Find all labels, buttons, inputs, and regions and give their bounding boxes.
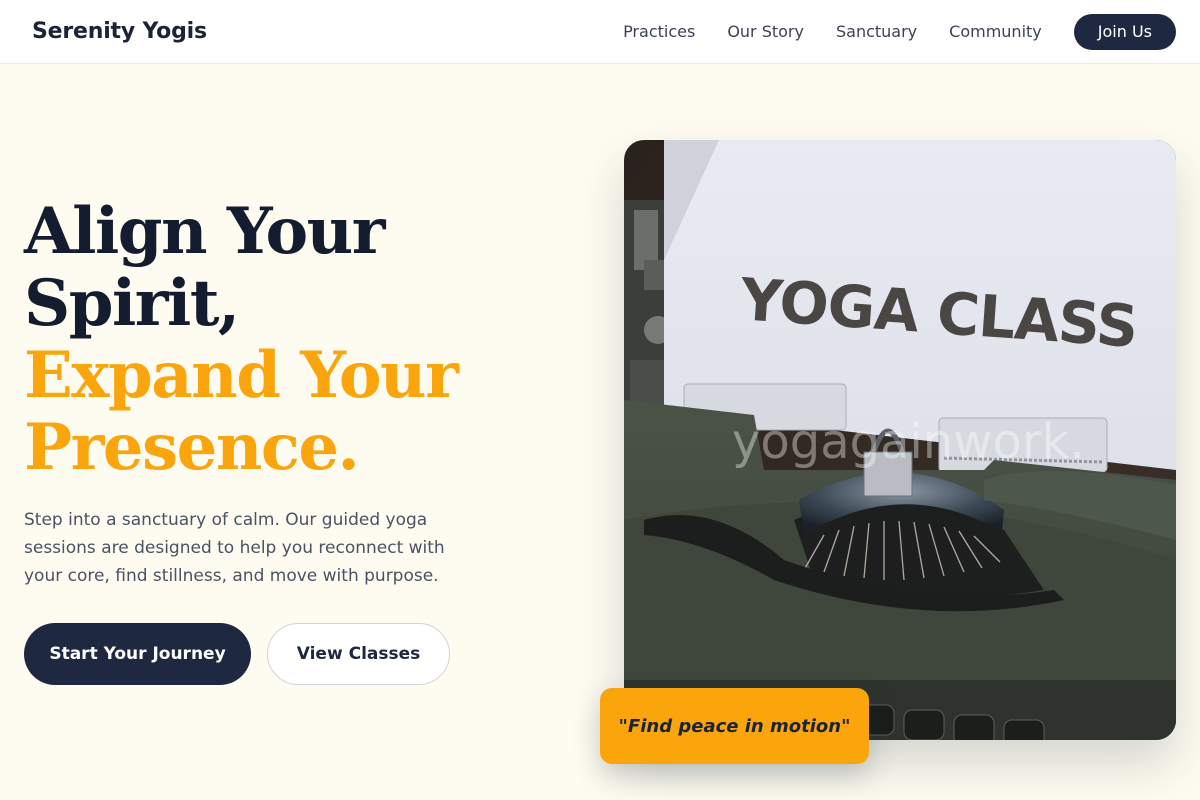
view-classes-button[interactable]: View Classes	[267, 623, 450, 685]
main-nav: Practices Our Story Sanctuary Community …	[623, 13, 1176, 50]
hero-cta-row: Start Your Journey View Classes	[24, 623, 450, 685]
brand-logo[interactable]: Serenity Yogis	[32, 19, 207, 44]
typewriter-illustration: YOGA CLASS yogagainwork.	[624, 140, 1176, 740]
image-watermark: yogagainwork.	[732, 414, 1085, 470]
headline-line-4: Presence.	[24, 410, 360, 485]
nav-link-community[interactable]: Community	[949, 22, 1042, 41]
headline-line-2: Spirit,	[24, 266, 240, 341]
headline-line-1: Align Your	[24, 194, 385, 269]
nav-link-our-story[interactable]: Our Story	[727, 22, 804, 41]
nav-link-practices[interactable]: Practices	[623, 22, 695, 41]
site-header: Serenity Yogis Practices Our Story Sanct…	[0, 0, 1200, 64]
join-us-button[interactable]: Join Us	[1073, 13, 1176, 50]
start-journey-button[interactable]: Start Your Journey	[24, 623, 251, 685]
hero-headline: Align Your Spirit, Expand Your Presence.	[24, 196, 584, 484]
headline-line-3: Expand Your	[24, 338, 459, 413]
quote-card: "Find peace in motion"	[600, 688, 869, 764]
hero-headline-block: Align Your Spirit, Expand Your Presence.	[24, 196, 584, 484]
hero-image: YOGA CLASS yogagainwork.	[624, 140, 1176, 740]
hero-description: Step into a sanctuary of calm. Our guide…	[24, 510, 445, 586]
nav-link-sanctuary[interactable]: Sanctuary	[836, 22, 917, 41]
